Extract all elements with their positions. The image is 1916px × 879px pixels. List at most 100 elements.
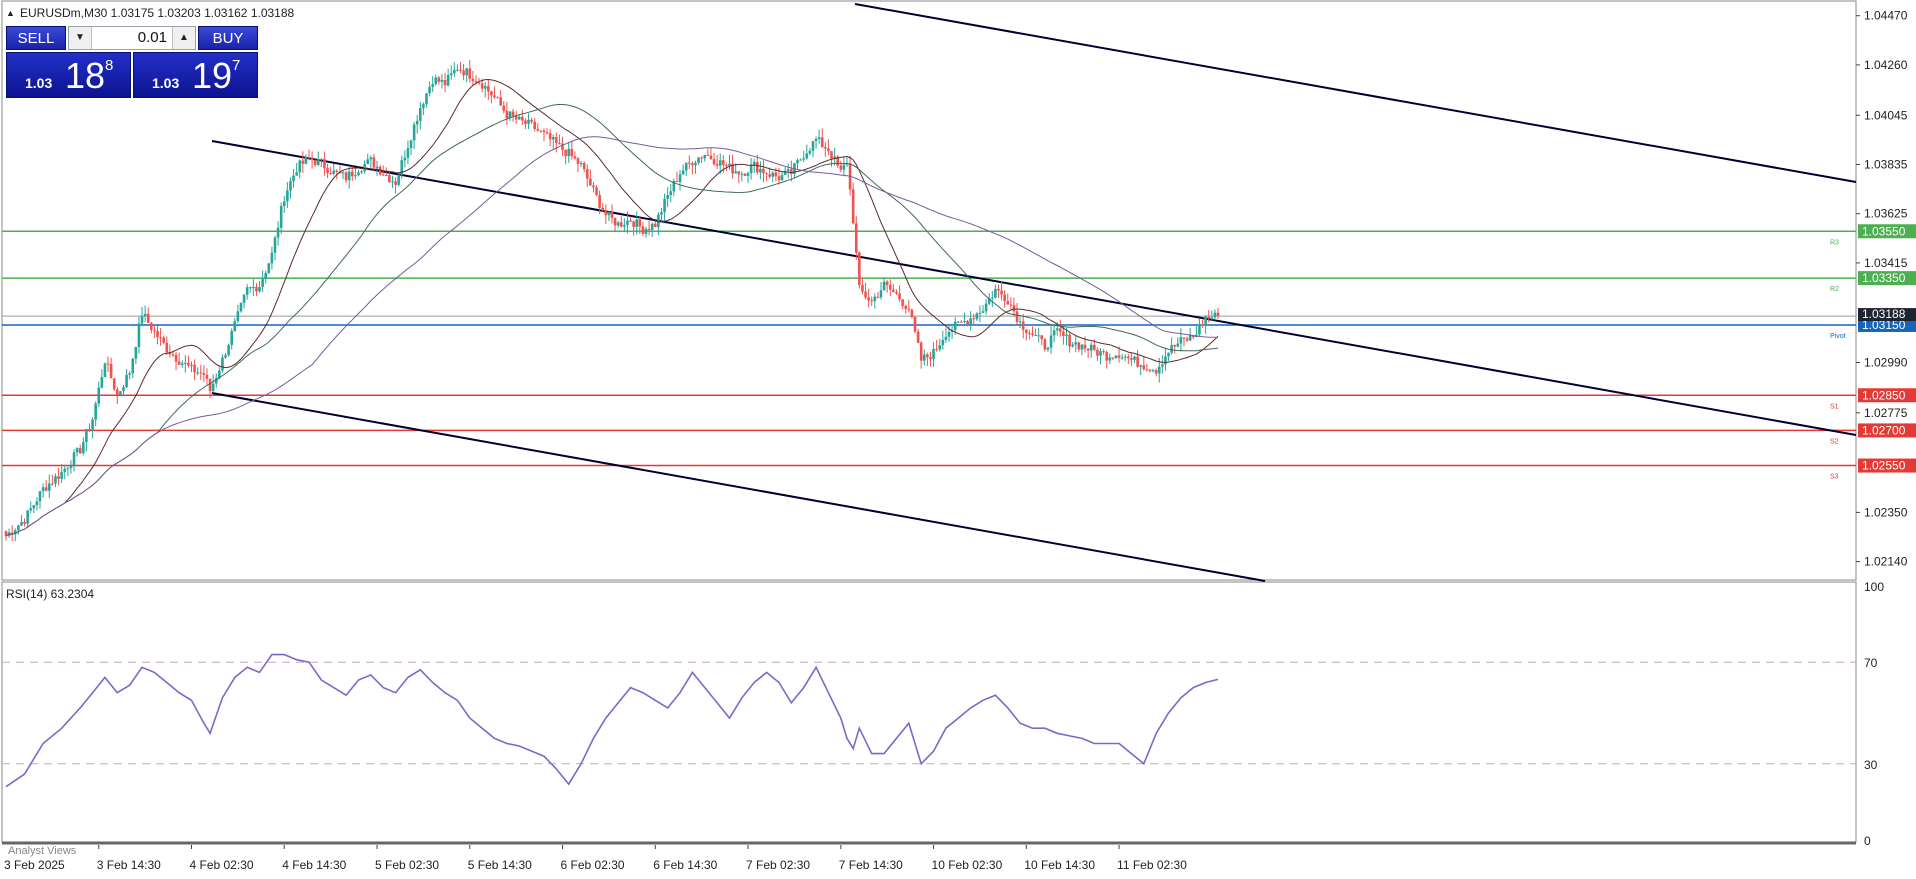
buy-quote[interactable]: 1.03 19 7 — [133, 52, 258, 98]
candle-bearish — [1207, 316, 1211, 319]
candle-bearish — [573, 156, 577, 159]
candle-bearish — [350, 171, 354, 177]
candle-bullish — [143, 313, 147, 317]
candle-bullish — [1213, 312, 1217, 318]
candle-bullish — [1018, 321, 1022, 323]
candle-bullish — [60, 471, 63, 479]
candle-bullish — [681, 170, 685, 175]
candle-bearish — [691, 163, 694, 166]
candle-bearish — [929, 357, 932, 360]
lot-increase-icon[interactable]: ▲ — [172, 27, 195, 49]
chart-svg[interactable]: ▲ EURUSDm,M30 1.03175 1.03203 1.03162 1.0… — [0, 0, 1916, 874]
lot-size-value[interactable]: 0.01 — [91, 27, 173, 49]
candle-bearish — [1009, 304, 1013, 306]
candle-bearish — [199, 372, 203, 374]
candle-bearish — [394, 181, 397, 185]
candle-bearish — [1028, 332, 1031, 334]
candle-bullish — [354, 175, 357, 177]
candle-bullish — [100, 377, 104, 388]
candle-bearish — [116, 389, 119, 395]
candle-bullish — [270, 252, 274, 264]
candle-bullish — [1161, 364, 1164, 367]
candle-bearish — [153, 330, 156, 332]
candle-bearish — [177, 361, 181, 365]
candle-bearish — [1111, 357, 1115, 359]
candle-bearish — [601, 207, 605, 211]
candle-bullish — [623, 225, 626, 227]
candle-bullish — [406, 148, 410, 158]
candle-bullish — [882, 281, 886, 291]
time-axis-label: 6 Feb 14:30 — [653, 858, 717, 872]
candle-bearish — [1105, 352, 1108, 361]
candle-bullish — [261, 279, 264, 288]
candle-bullish — [184, 362, 187, 364]
candle-bullish — [425, 93, 428, 105]
rsi-axis-label: 100 — [1864, 580, 1884, 594]
candle-bearish — [539, 130, 543, 132]
candle-bullish — [347, 171, 351, 181]
candle-bearish — [564, 149, 567, 157]
candle-bullish — [434, 77, 438, 85]
candle-bullish — [941, 339, 945, 346]
candle-bullish — [456, 69, 459, 71]
candle-bullish — [752, 161, 756, 166]
time-axis-label: 7 Feb 02:30 — [746, 858, 810, 872]
candle-bullish — [990, 297, 994, 299]
buy-price-prefix: 1.03 — [152, 75, 180, 91]
lot-size-input[interactable]: ▼ 0.01 ▲ — [68, 26, 196, 50]
candle-bearish — [756, 161, 759, 173]
candle-bullish — [366, 159, 370, 165]
candle-bearish — [604, 210, 608, 216]
candle-bullish — [1080, 344, 1084, 350]
candle-bullish — [607, 212, 611, 216]
candle-bullish — [20, 522, 23, 526]
candle-bearish — [647, 228, 651, 230]
candle-bullish — [91, 419, 94, 430]
candle-bearish — [1216, 312, 1220, 317]
candle-bullish — [196, 372, 199, 374]
candle-bearish — [23, 522, 26, 524]
candle-bearish — [558, 143, 561, 145]
candle-bullish — [938, 345, 942, 350]
candle-bullish — [131, 358, 135, 374]
candle-bullish — [180, 363, 184, 365]
candle-bullish — [1046, 347, 1050, 350]
candle-bearish — [1003, 294, 1006, 302]
candle-bearish — [106, 363, 110, 365]
candle-bearish — [1015, 311, 1019, 323]
one-click-trading-panel: SELL ▼ 0.01 ▲ BUY 1.03 18 8 1.03 19 7 — [6, 26, 258, 98]
candle-bearish — [1173, 345, 1177, 347]
candle-bullish — [734, 171, 737, 174]
candle-bearish — [765, 173, 768, 175]
candle-bearish — [193, 364, 196, 373]
sell-quote[interactable]: 1.03 18 8 — [6, 52, 131, 98]
candle-bearish — [1185, 338, 1189, 341]
candle-bullish — [29, 508, 33, 511]
candle-bullish — [969, 318, 972, 325]
candle-bearish — [187, 362, 190, 366]
candle-bearish — [480, 83, 484, 89]
candle-bearish — [1021, 321, 1025, 330]
candle-bullish — [678, 174, 682, 182]
candle-bearish — [926, 354, 929, 358]
candle-bullish — [1157, 366, 1161, 374]
candle-bearish — [320, 159, 323, 161]
time-axis-label: 7 Feb 14:30 — [839, 858, 903, 872]
candle-bullish — [94, 403, 97, 420]
lot-decrease-icon[interactable]: ▼ — [69, 27, 92, 49]
candle-bearish — [307, 157, 311, 159]
candle-bearish — [471, 78, 475, 82]
sell-button[interactable]: SELL — [6, 26, 66, 50]
candle-bearish — [109, 363, 113, 379]
candle-bullish — [1120, 357, 1124, 359]
price-axis-label: 1.03835 — [1864, 157, 1908, 171]
time-axis-label: 3 Feb 14:30 — [97, 858, 161, 872]
buy-button[interactable]: BUY — [198, 26, 258, 50]
candle-bearish — [892, 289, 895, 292]
price-axis-label: 1.02350 — [1864, 505, 1908, 519]
candle-bearish — [326, 168, 329, 174]
candle-bearish — [530, 119, 533, 122]
candle-bullish — [258, 287, 261, 292]
candle-bullish — [1123, 356, 1127, 358]
candle-bearish — [1142, 365, 1146, 370]
